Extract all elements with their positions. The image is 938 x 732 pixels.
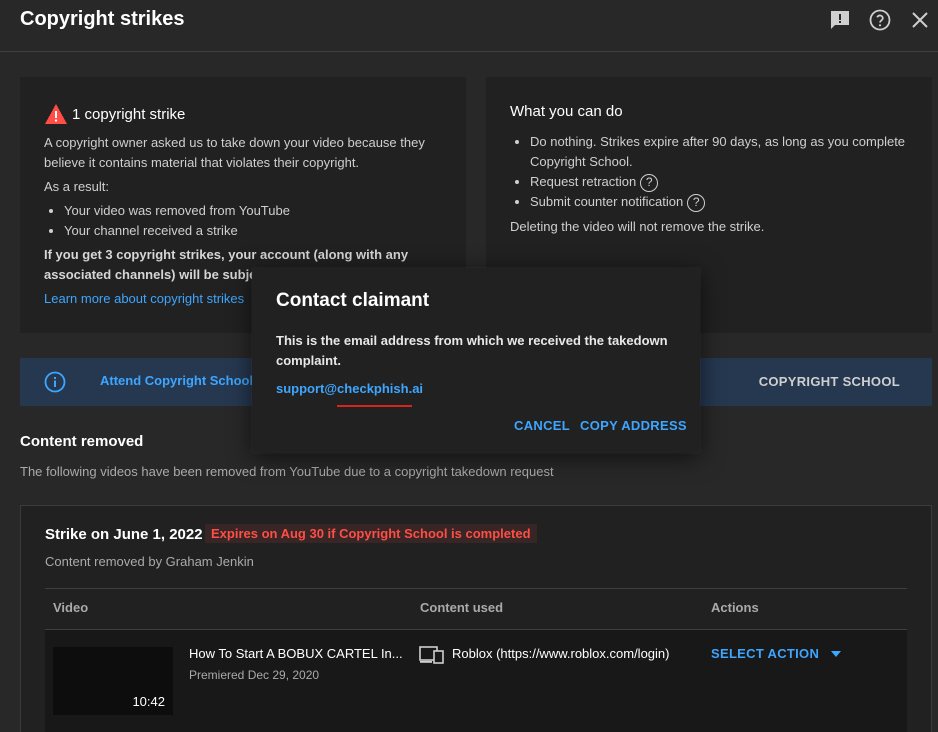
option-text: Do nothing. Strikes expire after 90 days…	[530, 134, 906, 169]
dialog-title: Contact claimant	[276, 290, 430, 311]
page-header: Copyright strikes	[0, 0, 938, 52]
strike-date: Strike on June 1, 2022	[45, 526, 203, 543]
select-action-label: SELECT ACTION	[711, 646, 820, 661]
page-title: Copyright strikes	[20, 8, 185, 30]
column-header-content-used: Content used	[420, 600, 504, 615]
list-item: Do nothing. Strikes expire after 90 days…	[530, 132, 920, 172]
learn-more-link[interactable]: Learn more about copyright strikes	[44, 289, 244, 309]
cancel-button[interactable]: CANCEL	[514, 418, 570, 433]
video-title[interactable]: How To Start A BOBUX CARTEL In...	[189, 646, 403, 661]
video-thumbnail[interactable]: 10:42	[53, 647, 173, 715]
list-item: Submit counter notification?	[530, 192, 920, 212]
email-underline	[337, 405, 412, 407]
attend-school-link[interactable]: Attend Copyright School fo	[100, 373, 269, 388]
list-item: Your video was removed from YouTube	[64, 201, 290, 221]
content-removed-subtitle: The following videos have been removed f…	[20, 464, 554, 479]
warning-icon	[45, 104, 67, 124]
column-header-video: Video	[53, 600, 89, 615]
what-you-can-do-title: What you can do	[510, 103, 623, 120]
feedback-icon[interactable]	[828, 8, 852, 32]
result-list: Your video was removed from YouTube Your…	[64, 201, 290, 241]
claimant-email-link[interactable]: support@checkphish.ai	[276, 381, 423, 396]
options-list: Do nothing. Strikes expire after 90 days…	[530, 132, 920, 212]
list-item: Request retraction?	[530, 172, 920, 192]
strike-count-label: 1 copyright strike	[72, 105, 186, 123]
copy-address-button[interactable]: COPY ADDRESS	[580, 418, 687, 433]
close-icon[interactable]	[908, 8, 932, 32]
option-text: Request retraction	[530, 174, 637, 189]
strike-description: A copyright owner asked us to take down …	[44, 135, 425, 170]
premiered-date: Premiered Dec 29, 2020	[189, 668, 320, 682]
column-header-actions: Actions	[711, 600, 759, 615]
content-removed-title: Content removed	[20, 433, 144, 450]
devices-icon	[419, 646, 444, 664]
removed-by: Content removed by Graham Jenkin	[45, 554, 254, 569]
video-duration: 10:42	[132, 694, 165, 709]
divider	[45, 588, 907, 589]
contact-claimant-dialog: Contact claimant This is the email addre…	[252, 268, 700, 453]
list-item: Your channel received a strike	[64, 221, 290, 241]
delete-note: Deleting the video will not remove the s…	[510, 219, 765, 234]
select-action-dropdown[interactable]: SELECT ACTION	[711, 646, 842, 661]
result-label: As a result:	[44, 179, 110, 194]
help-icon[interactable]: ?	[687, 193, 706, 212]
help-icon[interactable]	[868, 8, 892, 32]
caret-down-icon	[831, 650, 842, 657]
expires-badge: Expires on Aug 30 if Copyright School is…	[205, 524, 537, 543]
table-row: 10:42 How To Start A BOBUX CARTEL In... …	[45, 629, 907, 732]
option-text: Submit counter notification	[530, 194, 684, 209]
copyright-school-button[interactable]: COPYRIGHT SCHOOL	[759, 374, 900, 389]
info-icon	[44, 371, 66, 393]
strike-detail-card: Strike on June 1, 2022 Expires on Aug 30…	[20, 505, 932, 732]
strike-count-title: 1 copyright strike	[44, 103, 185, 125]
help-icon[interactable]: ?	[640, 173, 659, 192]
dialog-text: This is the email address from which we …	[276, 333, 668, 368]
content-used: Roblox (https://www.roblox.com/login)	[452, 646, 670, 661]
